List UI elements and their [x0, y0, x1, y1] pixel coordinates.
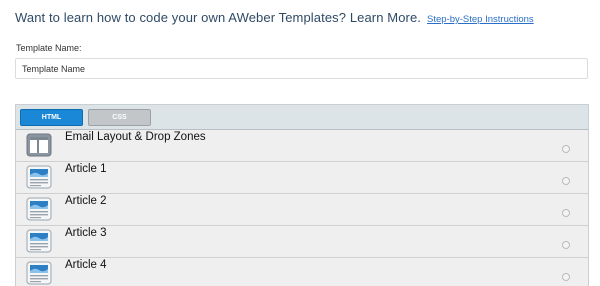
tab-css[interactable]: CSS — [88, 109, 151, 126]
block-title: Article 3 — [65, 227, 107, 239]
editor-tabbar: HTML CSS — [16, 105, 588, 130]
block-title: Article 1 — [65, 163, 107, 175]
template-name-input[interactable] — [15, 58, 588, 79]
layout-icon — [26, 133, 52, 157]
block-article-2[interactable]: Article 2 — [16, 194, 588, 226]
article-icon — [26, 261, 52, 285]
block-article-3[interactable]: Article 3 — [16, 226, 588, 258]
block-radio[interactable] — [562, 273, 570, 281]
template-name-label: Template Name: — [16, 43, 82, 53]
block-radio[interactable] — [562, 145, 570, 153]
block-radio[interactable] — [562, 177, 570, 185]
block-article-1[interactable]: Article 1 — [16, 162, 588, 194]
template-editor: HTML CSS Email Layout & Drop Zones Artic… — [15, 104, 589, 286]
block-radio[interactable] — [562, 241, 570, 249]
intro-heading: Want to learn how to code your own AWebe… — [15, 10, 534, 25]
tab-html[interactable]: HTML — [20, 109, 83, 126]
article-icon — [26, 197, 52, 221]
intro-text: Want to learn how to code your own AWebe… — [15, 10, 422, 25]
article-icon — [26, 229, 52, 253]
instructions-link[interactable]: Step-by-Step Instructions — [427, 14, 534, 25]
block-title: Article 2 — [65, 195, 107, 207]
block-radio[interactable] — [562, 209, 570, 217]
block-title: Article 4 — [65, 259, 107, 271]
block-article-4[interactable]: Article 4 — [16, 258, 588, 286]
block-title: Email Layout & Drop Zones — [65, 131, 206, 143]
article-icon — [26, 165, 52, 189]
block-layout-drop-zones[interactable]: Email Layout & Drop Zones — [16, 130, 588, 162]
